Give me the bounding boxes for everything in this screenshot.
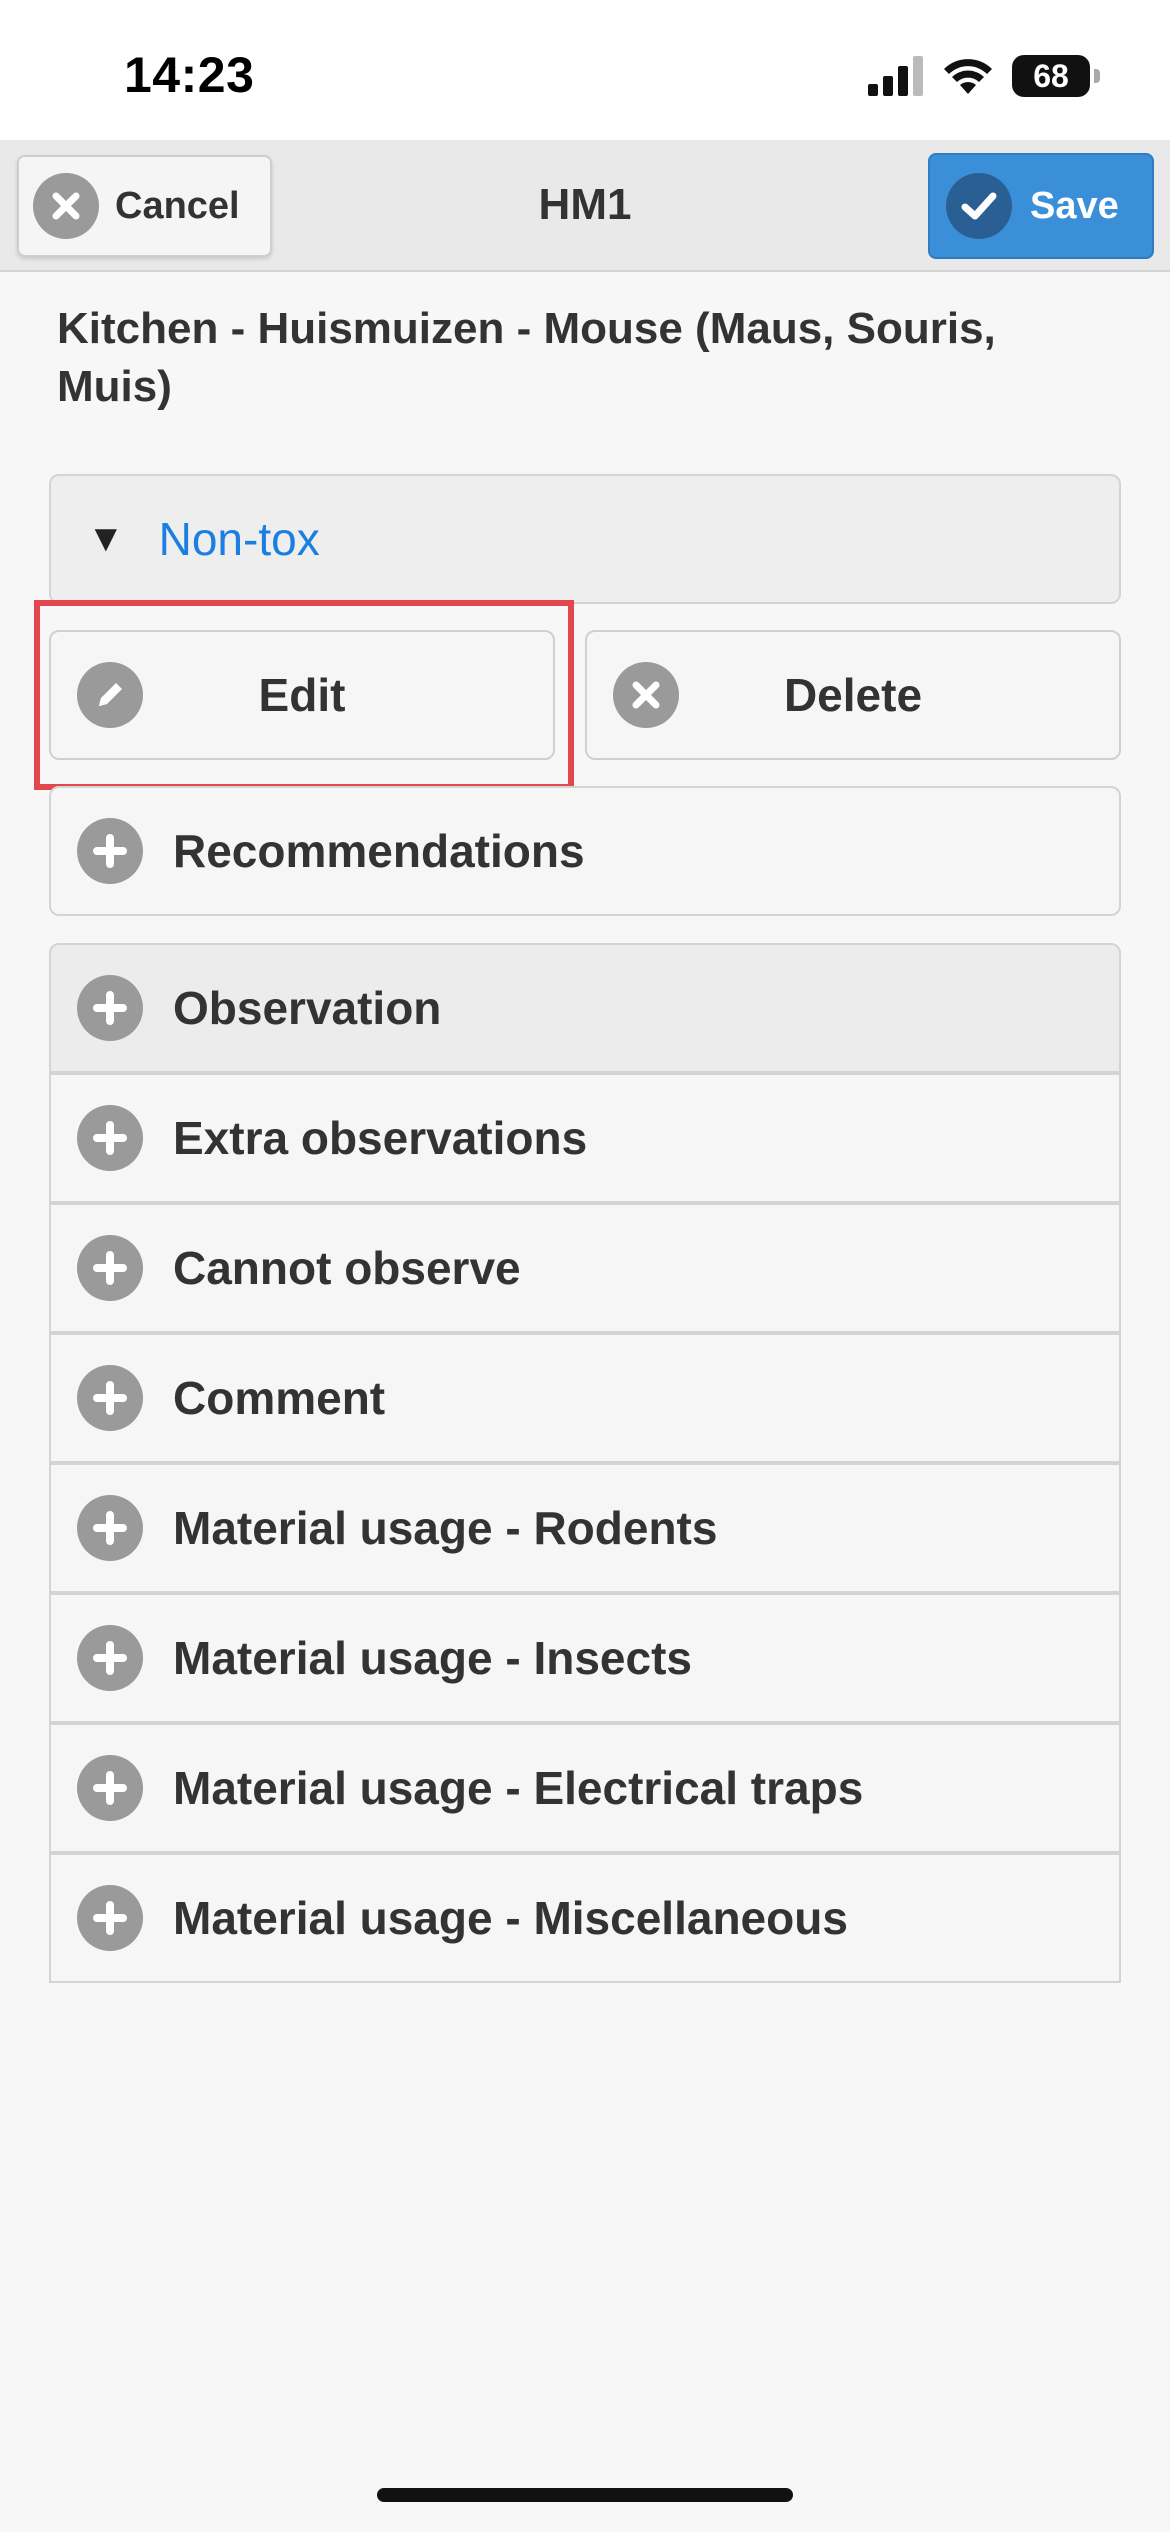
- plus-icon: [77, 1365, 143, 1431]
- section-label: Material usage - Rodents: [173, 1502, 718, 1554]
- section-comment[interactable]: Comment: [49, 1333, 1121, 1463]
- save-label: Save: [1030, 184, 1119, 227]
- home-indicator: [377, 2488, 793, 2502]
- section-label: Recommendations: [173, 825, 585, 877]
- plus-icon: [77, 1495, 143, 1561]
- section-extra-observations[interactable]: Extra observations: [49, 1073, 1121, 1203]
- section-material-miscellaneous[interactable]: Material usage - Miscellaneous: [49, 1853, 1121, 1983]
- status-bar: 14:23 68: [0, 0, 1170, 140]
- section-label: Extra observations: [173, 1112, 588, 1164]
- section-label: Material usage - Miscellaneous: [173, 1892, 848, 1944]
- location-subtitle: Kitchen - Huismuizen - Mouse (Maus, Sour…: [57, 304, 996, 411]
- plus-icon: [77, 1105, 143, 1171]
- plus-icon: [77, 1235, 143, 1301]
- section-label: Cannot observe: [173, 1242, 521, 1294]
- plus-icon: [77, 1625, 143, 1691]
- section-observation[interactable]: Observation: [49, 943, 1121, 1073]
- plus-icon: [77, 1885, 143, 1951]
- check-icon: [946, 173, 1012, 239]
- status-icons: 68: [868, 52, 1100, 100]
- section-recommendations[interactable]: Recommendations: [49, 786, 1121, 916]
- non-tox-collapsible[interactable]: ▼ Non-tox: [49, 474, 1121, 604]
- non-tox-label: Non-tox: [158, 513, 320, 565]
- battery-level: 68: [1033, 57, 1069, 94]
- delete-label: Delete: [783, 669, 923, 721]
- section-material-insects[interactable]: Material usage - Insects: [49, 1593, 1121, 1723]
- triangle-down-icon: ▼: [87, 517, 125, 560]
- section-material-electrical-traps[interactable]: Material usage - Electrical traps: [49, 1723, 1121, 1853]
- header-bar: Cancel HM1 Save: [0, 140, 1170, 272]
- edit-button[interactable]: Edit: [49, 630, 555, 760]
- section-label: Observation: [173, 982, 442, 1034]
- section-label: Material usage - Electrical traps: [173, 1762, 864, 1814]
- plus-icon: [77, 975, 143, 1041]
- cellular-signal-icon: [868, 56, 923, 96]
- section-label: Comment: [173, 1372, 386, 1424]
- save-button[interactable]: Save: [928, 153, 1154, 259]
- plus-icon: [77, 818, 143, 884]
- status-time: 14:23: [124, 47, 255, 103]
- battery-icon: 68: [1012, 55, 1100, 97]
- plus-icon: [77, 1755, 143, 1821]
- section-label: Material usage - Insects: [173, 1632, 692, 1684]
- section-cannot-observe[interactable]: Cannot observe: [49, 1203, 1121, 1333]
- wifi-icon: [944, 59, 992, 94]
- delete-button[interactable]: Delete: [585, 630, 1121, 760]
- section-material-rodents[interactable]: Material usage - Rodents: [49, 1463, 1121, 1593]
- edit-label: Edit: [258, 669, 346, 721]
